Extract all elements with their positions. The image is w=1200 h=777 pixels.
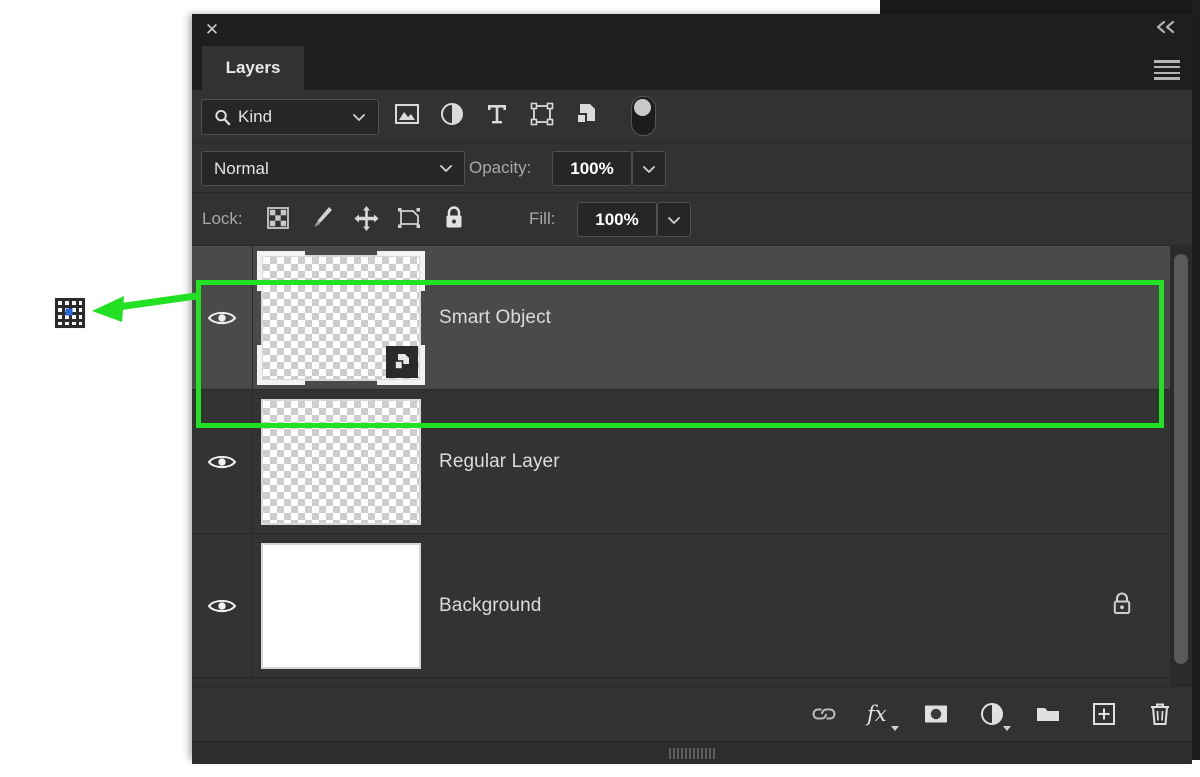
table-row[interactable]: Background — [192, 534, 1192, 678]
layer-thumbnail-wrap[interactable] — [261, 398, 421, 525]
layer-thumbnail — [261, 254, 421, 381]
double-chevron-left-icon — [1156, 20, 1175, 34]
new-group-icon[interactable] — [1032, 694, 1064, 734]
lock-all-icon[interactable] — [440, 201, 468, 235]
bottom-toolbar-icons: fx — [808, 687, 1176, 741]
lock-label: Lock: — [202, 209, 243, 228]
layer-filter-row: Kind — [192, 90, 1192, 143]
new-adjustment-layer-icon[interactable] — [976, 694, 1011, 734]
chevron-down-icon — [643, 165, 655, 173]
lock-artboard-nesting-icon[interactable] — [396, 201, 424, 235]
layer-name: Smart Object — [439, 306, 552, 328]
svg-text:fx: fx — [865, 702, 887, 726]
panel-tab-bar: Layers — [192, 46, 1192, 90]
layer-list: Smart Object Regular Layer Background — [192, 246, 1192, 686]
screenshot-root: ✕ Layers Kind Normal Opacity: 100% Lock:… — [0, 0, 1200, 777]
collapse-panel-icon[interactable] — [1154, 19, 1178, 39]
lock-transparent-pixels-icon[interactable] — [264, 201, 292, 235]
smart-object-badge-icon — [386, 345, 418, 378]
blend-mode-value: Normal — [214, 158, 269, 178]
lock-options-row: Lock: Fill: 100% — [192, 193, 1192, 246]
layer-thumbnail-wrap[interactable] — [261, 542, 421, 669]
layer-style-fx-icon[interactable]: fx — [864, 694, 899, 734]
opacity-stepper-button[interactable] — [632, 151, 666, 186]
tab-layers[interactable]: Layers — [202, 46, 304, 90]
chevron-down-icon — [353, 114, 365, 121]
toggle-knob — [634, 99, 651, 116]
resize-grip-icon — [669, 747, 715, 759]
layer-name: Regular Layer — [439, 450, 560, 472]
chevron-down-icon — [891, 726, 899, 731]
lock-image-pixels-icon[interactable] — [308, 201, 336, 235]
filter-smart-object-layers-icon[interactable] — [572, 98, 602, 130]
close-icon[interactable]: ✕ — [202, 20, 222, 40]
layer-visibility-cell[interactable] — [192, 534, 253, 677]
layer-name: Background — [439, 594, 542, 616]
layer-thumbnail — [261, 398, 421, 525]
delete-layer-icon[interactable] — [1144, 694, 1176, 734]
workspace-right-strip — [1192, 0, 1200, 760]
filter-type-layers-icon[interactable] — [482, 98, 512, 130]
blend-mode-select[interactable]: Normal — [201, 151, 465, 186]
lock-position-icon[interactable] — [352, 201, 380, 235]
table-row[interactable]: Regular Layer — [192, 390, 1192, 534]
blend-mode-row: Normal Opacity: 100% — [192, 143, 1192, 193]
filter-enable-toggle[interactable] — [631, 96, 656, 136]
table-row[interactable]: Smart Object — [192, 246, 1192, 390]
chevron-down-icon — [1003, 726, 1011, 731]
filter-pixel-layers-icon[interactable] — [392, 98, 422, 130]
filter-type-icons — [392, 98, 602, 130]
filter-kind-select[interactable]: Kind — [201, 99, 379, 135]
chevron-down-icon — [440, 165, 452, 172]
filter-shape-layers-icon[interactable] — [527, 98, 557, 130]
fill-value-field[interactable]: 100% — [577, 202, 657, 237]
layers-panel: ✕ Layers Kind Normal Opacity: 100% Lock:… — [192, 14, 1192, 764]
scrollbar-thumb[interactable] — [1174, 254, 1188, 664]
filter-adjustment-layers-icon[interactable] — [437, 98, 467, 130]
eye-icon — [207, 311, 237, 324]
search-icon — [215, 109, 231, 125]
lock-icon-group — [264, 201, 468, 235]
chevron-down-icon — [668, 216, 680, 224]
layer-visibility-cell[interactable] — [192, 246, 253, 389]
layers-panel-bottom-toolbar: fx — [192, 686, 1192, 741]
eye-icon — [207, 599, 237, 612]
opacity-value-field[interactable]: 100% — [552, 151, 632, 186]
panel-resize-grip-bar[interactable] — [192, 741, 1192, 764]
fill-stepper-button[interactable] — [657, 202, 691, 237]
opacity-label: Opacity: — [469, 158, 532, 177]
layer-visibility-cell[interactable] — [192, 390, 253, 533]
link-layers-icon[interactable] — [808, 694, 840, 734]
hamburger-menu-icon[interactable] — [1154, 60, 1180, 80]
layer-locked-icon — [1110, 589, 1134, 622]
eye-icon — [207, 455, 237, 468]
layer-thumbnail-wrap[interactable] — [257, 250, 425, 385]
add-layer-mask-icon[interactable] — [920, 694, 952, 734]
panel-title-bar: ✕ — [192, 14, 1192, 46]
smart-object-grid-icon — [54, 297, 86, 329]
new-layer-icon[interactable] — [1088, 694, 1120, 734]
layer-thumbnail — [261, 542, 421, 669]
fill-label: Fill: — [529, 209, 556, 228]
filter-kind-label: Kind — [238, 107, 273, 126]
layer-list-scrollbar[interactable] — [1170, 246, 1192, 686]
